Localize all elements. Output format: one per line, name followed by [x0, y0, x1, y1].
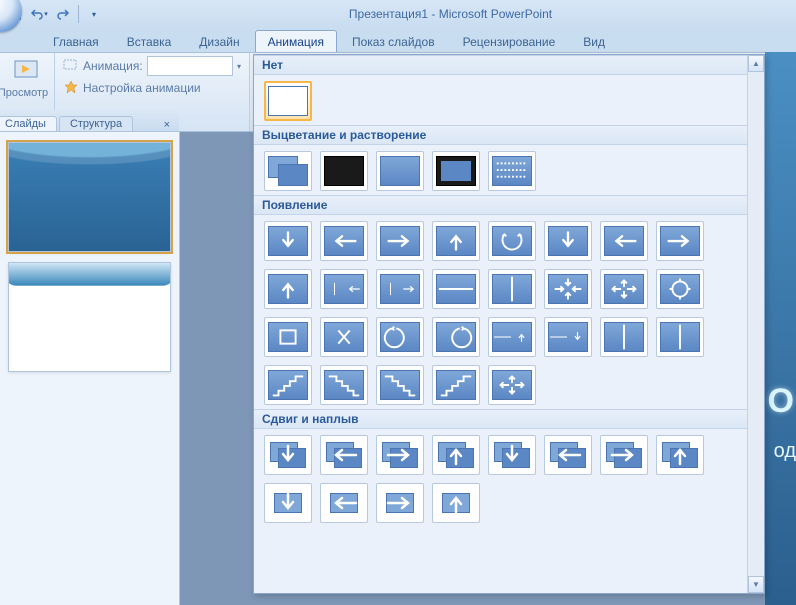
qat-customize-button[interactable]: ▾ [83, 3, 105, 25]
animation-combo[interactable] [147, 56, 233, 76]
transition-thumb[interactable] [432, 317, 480, 357]
transition-thumb[interactable] [320, 221, 368, 261]
custom-anim-label: Настройка анимации [83, 81, 201, 95]
transition-thumb[interactable] [264, 221, 312, 261]
tab-design[interactable]: Дизайн [186, 30, 252, 52]
slide-title-fragment: О [768, 382, 794, 421]
transition-thumb[interactable] [432, 221, 480, 261]
transition-thumb[interactable] [320, 435, 368, 475]
ribbon-tabs: Главная Вставка Дизайн Анимация Показ сл… [0, 28, 796, 52]
pane-close-button[interactable]: × [161, 119, 173, 131]
transition-thumb[interactable] [264, 435, 312, 475]
scrollbar-down-button[interactable]: ▼ [748, 576, 764, 593]
transition-thumb[interactable] [376, 317, 424, 357]
transition-thumb[interactable] [600, 435, 648, 475]
tab-view[interactable]: Вид [570, 30, 618, 52]
office-button[interactable] [0, 0, 22, 32]
tab-animation[interactable]: Анимация [255, 30, 337, 52]
transition-thumb[interactable] [376, 483, 424, 523]
tab-insert[interactable]: Вставка [114, 30, 185, 52]
transition-thumb[interactable] [488, 317, 536, 357]
tab-review[interactable]: Рецензирование [450, 30, 569, 52]
transition-thumb[interactable] [432, 435, 480, 475]
transition-thumb[interactable] [432, 269, 480, 309]
transition-thumb[interactable] [376, 269, 424, 309]
animation-field-row: Анимация: ▾ [61, 55, 243, 77]
transition-thumb[interactable] [264, 317, 312, 357]
gear-star-icon [63, 80, 79, 97]
undo-button[interactable]: ▾ [28, 3, 50, 25]
transition-thumb[interactable] [488, 269, 536, 309]
transition-thumb[interactable] [264, 81, 312, 121]
gallery-scroll-area: Нет Выцветание и растворение Появление С… [254, 55, 747, 593]
transition-thumb[interactable] [320, 269, 368, 309]
preview-button[interactable]: Просмотр [6, 55, 52, 99]
slides-pane: Слайды Структура × [0, 132, 180, 605]
transition-thumb[interactable] [432, 365, 480, 405]
slide-canvas-peek: О од [765, 52, 796, 605]
transition-thumb[interactable] [320, 317, 368, 357]
transition-thumb[interactable] [488, 221, 536, 261]
slide-thumb-2[interactable] [8, 262, 171, 372]
pane-tab-slides[interactable]: Слайды [0, 116, 57, 131]
transition-thumb[interactable] [488, 435, 536, 475]
slide-subtitle-fragment: од [774, 440, 796, 463]
pane-tabs: Слайды Структура × [0, 110, 179, 132]
window-title: Презентация1 - Microsoft PowerPoint [105, 7, 796, 21]
scrollbar-up-button[interactable]: ▲ [748, 55, 764, 72]
qat-separator [78, 5, 79, 23]
transition-thumb[interactable] [488, 365, 536, 405]
gallery-grid-none [254, 75, 747, 125]
transition-thumb[interactable] [320, 365, 368, 405]
transition-thumb[interactable] [432, 483, 480, 523]
transition-thumb[interactable] [264, 483, 312, 523]
tab-slideshow[interactable]: Показ слайдов [339, 30, 448, 52]
tab-home[interactable]: Главная [40, 30, 112, 52]
transition-thumb[interactable] [320, 483, 368, 523]
transition-thumb[interactable] [376, 221, 424, 261]
transition-thumb[interactable] [656, 221, 704, 261]
transition-thumb[interactable] [376, 435, 424, 475]
transition-gallery: Нет Выцветание и растворение Появление С… [253, 54, 765, 594]
transition-thumb[interactable] [656, 435, 704, 475]
gallery-header-appear: Появление [254, 195, 747, 215]
transition-thumb[interactable] [432, 151, 480, 191]
gallery-scrollbar[interactable]: ▲ ▼ [747, 55, 764, 593]
transition-thumb[interactable] [376, 151, 424, 191]
pane-tab-outline[interactable]: Структура [59, 116, 133, 131]
gallery-grid-push [254, 429, 747, 527]
transition-thumb[interactable] [320, 151, 368, 191]
transition-thumb[interactable] [264, 365, 312, 405]
transition-thumb[interactable] [264, 151, 312, 191]
transition-thumb[interactable] [656, 269, 704, 309]
gallery-grid-appear [254, 215, 747, 409]
transition-thumb[interactable] [656, 317, 704, 357]
transition-thumb[interactable] [488, 151, 536, 191]
scrollbar-track[interactable] [748, 72, 764, 576]
transition-thumb[interactable] [600, 221, 648, 261]
transition-thumb[interactable] [600, 269, 648, 309]
gallery-header-none: Нет [254, 55, 747, 75]
gallery-grid-fade [254, 145, 747, 195]
transition-thumb[interactable] [600, 317, 648, 357]
play-icon [13, 57, 45, 85]
transition-thumb[interactable] [544, 435, 592, 475]
transition-thumb[interactable] [376, 365, 424, 405]
preview-label: Просмотр [0, 87, 52, 99]
slide-thumb-1[interactable] [8, 142, 171, 252]
anim-select-icon [63, 58, 79, 75]
transition-thumb[interactable] [544, 317, 592, 357]
transition-thumb[interactable] [264, 269, 312, 309]
title-bar: ▾ ▾ Презентация1 - Microsoft PowerPoint [0, 0, 796, 28]
transition-thumb[interactable] [544, 269, 592, 309]
redo-button[interactable] [52, 3, 74, 25]
gallery-header-fade: Выцветание и растворение [254, 125, 747, 145]
transition-thumb[interactable] [544, 221, 592, 261]
custom-animation-button[interactable]: Настройка анимации [61, 77, 243, 99]
gallery-header-push: Сдвиг и наплыв [254, 409, 747, 429]
animation-field-label: Анимация: [83, 59, 143, 73]
